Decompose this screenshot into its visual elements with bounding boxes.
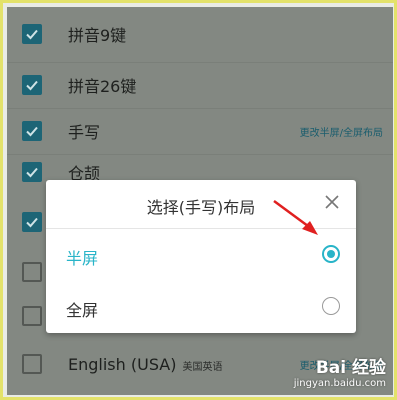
annotation-arrow-icon <box>273 199 318 235</box>
checkbox-unchecked-icon[interactable] <box>22 262 42 282</box>
list-item-handwriting[interactable]: 手写 更改半屏/全屏布局 <box>7 108 393 154</box>
list-item-label: 拼音9键 <box>68 26 127 45</box>
list-item-label: 手写 <box>68 123 101 142</box>
baidu-watermark: Bai 经验 jingyan.baidu.com <box>294 353 386 389</box>
list-item-label: 拼音26键 <box>68 77 137 96</box>
checkbox-checked-icon[interactable] <box>22 24 42 44</box>
checkbox-unchecked-icon[interactable] <box>22 354 42 374</box>
watermark-logo: Bai 经验 <box>315 358 386 378</box>
radio-unselected-icon[interactable] <box>322 297 340 315</box>
option-full-screen[interactable]: 全屏 <box>46 282 356 332</box>
checkbox-checked-icon[interactable] <box>22 212 42 232</box>
option-label: 全屏 <box>66 301 99 320</box>
checkbox-checked-icon[interactable] <box>22 162 42 182</box>
list-item-pinyin9[interactable]: 拼音9键 <box>7 11 393 57</box>
watermark-url: jingyan.baidu.com <box>293 378 386 389</box>
list-item-title: English (USA) <box>68 354 177 374</box>
checkbox-unchecked-icon[interactable] <box>22 306 42 326</box>
screenshot-frame: 拼音9键 拼音26键 手写 更改半屏/全屏布局 仓颉 English (USA)… <box>0 0 397 400</box>
checkbox-checked-icon[interactable] <box>22 75 42 95</box>
list-item-pinyin26[interactable]: 拼音26键 <box>7 62 393 108</box>
radio-selected-icon[interactable] <box>322 245 340 263</box>
list-item-label: English (USA) 美国英语 <box>68 355 222 374</box>
list-item-sublabel: 美国英语 <box>182 361 223 373</box>
option-label: 半屏 <box>66 249 99 268</box>
change-layout-link[interactable]: 更改半屏/全屏布局 <box>300 124 383 139</box>
checkbox-checked-icon[interactable] <box>22 121 42 141</box>
